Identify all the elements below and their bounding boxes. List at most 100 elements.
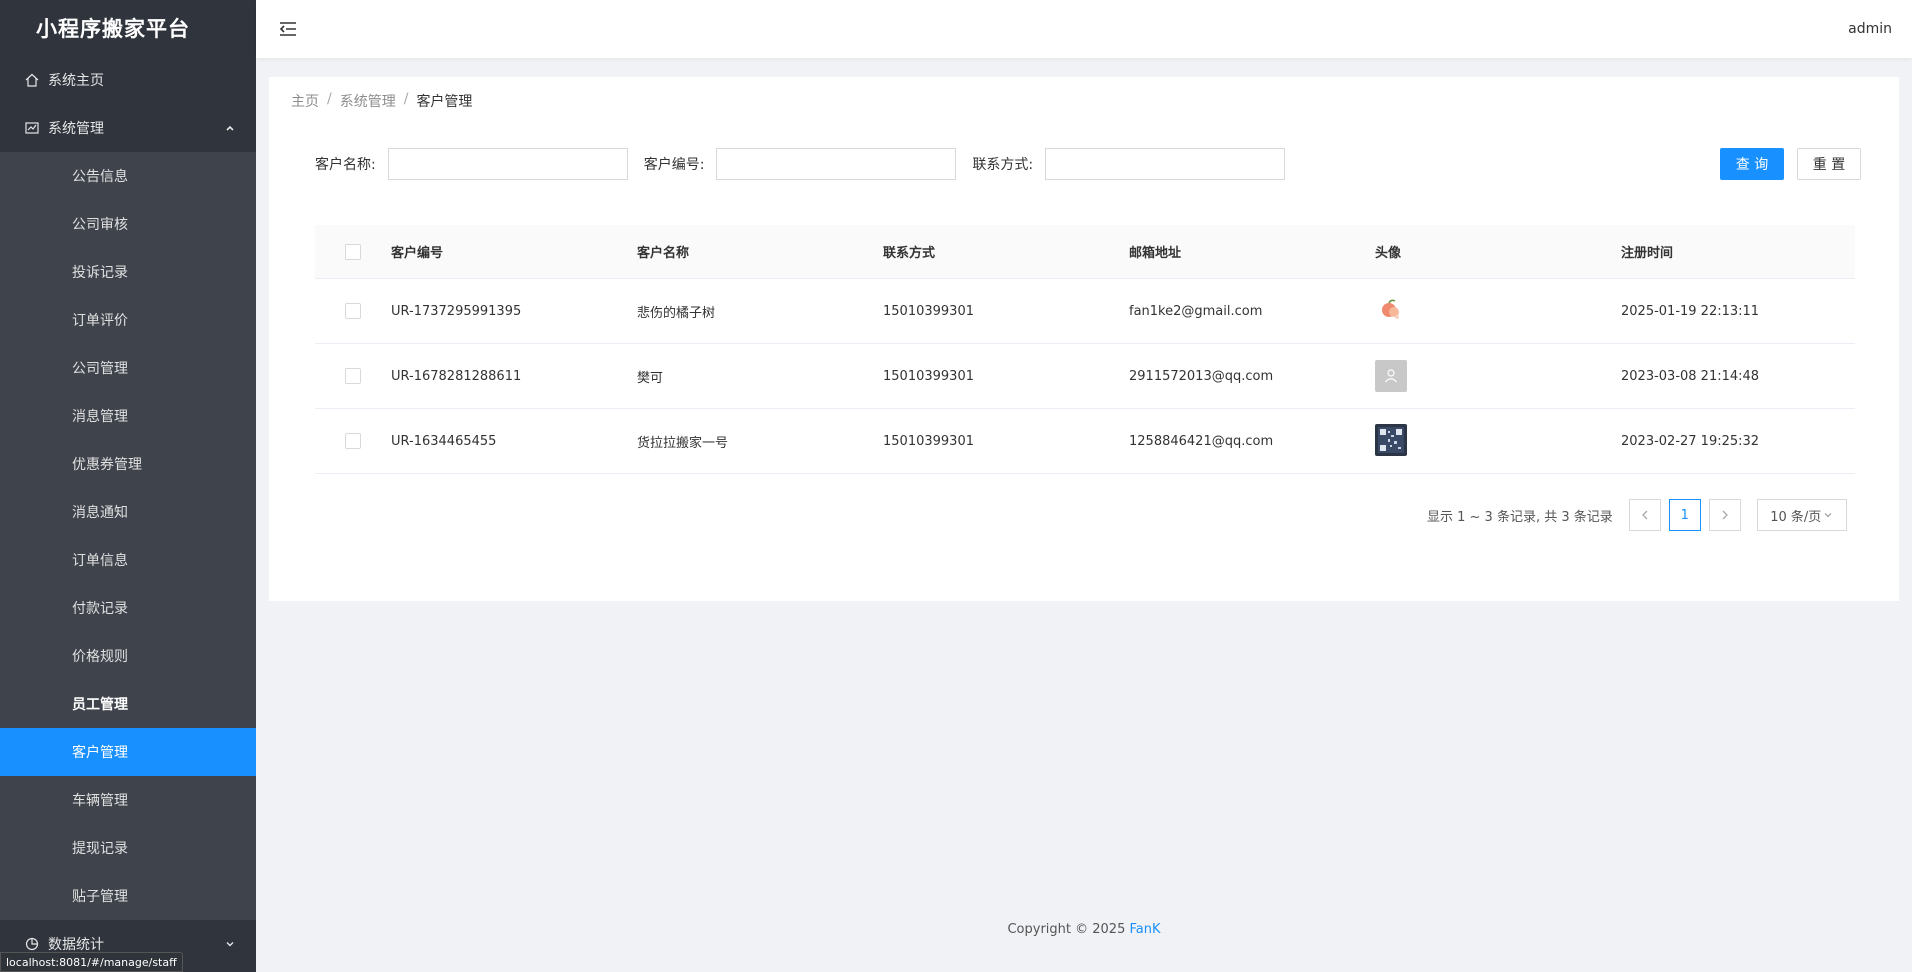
sidebar-item-company-manage[interactable]: 公司管理 [0,344,256,392]
browser-status-url: localhost:8081/#/manage/staff [0,952,183,972]
column-header: 注册时间 [1621,246,1674,261]
app-title: 小程序搬家平台 [36,17,190,41]
sidebar-item-company-review[interactable]: 公司审核 [0,200,256,248]
sidebar-item-staff[interactable]: 员工管理 [0,680,256,728]
sidebar-item-label: 贴子管理 [72,889,128,905]
column-header: 联系方式 [883,246,936,261]
chevron-up-icon [224,122,236,134]
register-time: 2023-02-27 19:25:32 [1621,433,1760,449]
sidebar-item-vehicles[interactable]: 车辆管理 [0,776,256,824]
filter-bar: 客户名称: 客户编号: 联系方式: [315,148,1301,180]
prev-page-button[interactable] [1628,499,1661,531]
sidebar-item-order-reviews[interactable]: 订单评价 [0,296,256,344]
row-checkbox[interactable] [345,303,361,319]
sidebar-item-label: 公司审核 [72,217,128,233]
next-page-button[interactable] [1708,499,1741,531]
customer-table: 客户编号 客户名称 联系方式 邮箱地址 头像 注册时间 UR-173729599… [315,225,1855,474]
menu-fold-icon[interactable] [278,19,298,39]
sidebar-item-label: 价格规则 [72,649,128,665]
chevron-left-icon [1641,510,1648,520]
page-size-select[interactable]: 10 条/页 [1756,499,1847,531]
sidebar-item-label: 员工管理 [72,697,128,713]
sidebar-item-messages[interactable]: 消息管理 [0,392,256,440]
customer-email: fan1ke2@gmail.com [1129,303,1263,319]
table-row[interactable]: UR-1634465455 货拉拉搬家一号 15010399301 125884… [315,409,1855,474]
customer-code-input[interactable] [716,148,957,180]
sidebar-item-label: 公司管理 [72,361,128,377]
default-user-avatar[interactable] [1375,360,1407,392]
breadcrumb-current: 客户管理 [416,94,473,110]
sidebar-item-label: 消息管理 [72,409,128,425]
breadcrumb: 主页 / 系统管理 / 客户管理 [291,91,472,111]
column-header: 邮箱地址 [1129,246,1182,261]
customer-code: UR-1678281288611 [391,368,522,384]
sidebar-item-label: 提现记录 [72,841,128,857]
sidebar-item-label: 消息通知 [72,505,128,521]
customer-code: UR-1737295991395 [391,303,522,319]
contact-input[interactable] [1045,148,1286,180]
sidebar-item-label: 优惠券管理 [72,457,142,473]
top-header: admin [256,0,1912,58]
table-row[interactable]: UR-1678281288611 樊可 15010399301 29115720… [315,344,1855,409]
sidebar-item-label: 客户管理 [72,745,128,761]
home-icon [24,72,40,88]
breadcrumb-separator: / [403,91,409,107]
customer-phone: 15010399301 [883,433,974,449]
sidebar-item-label: 数据统计 [48,937,104,953]
sidebar-item-notifications[interactable]: 消息通知 [0,488,256,536]
breadcrumb-home[interactable]: 主页 [291,91,319,111]
sidebar-item-label: 车辆管理 [72,793,128,809]
chevron-down-icon [224,938,236,950]
table-row[interactable]: UR-1737295991395 悲伤的橘子树 15010399301 fan1… [315,279,1855,344]
footer: Copyright © 2025 FanK [256,922,1912,937]
column-header: 客户编号 [391,246,444,261]
sidebar-item-system[interactable]: 系统管理 [0,104,256,152]
sidebar-item-label: 系统主页 [48,73,104,89]
contact-label: 联系方式: [972,157,1034,173]
sidebar-item-pricing[interactable]: 价格规则 [0,632,256,680]
user-menu[interactable]: admin [1848,21,1892,37]
sidebar-item-customers[interactable]: 客户管理 [0,728,256,776]
reset-button[interactable]: 重 置 [1797,148,1861,180]
row-checkbox[interactable] [345,368,361,384]
sidebar-item-notice[interactable]: 公告信息 [0,152,256,200]
register-time: 2023-03-08 21:14:48 [1621,368,1760,384]
pagination-summary: 显示 1 ~ 3 条记录, 共 3 条记录 [1427,509,1613,525]
peach-avatar[interactable] [1375,294,1407,326]
sidebar-item-orders[interactable]: 订单信息 [0,536,256,584]
select-all-checkbox[interactable] [345,243,361,260]
customer-name: 悲伤的橘子树 [637,305,716,321]
sidebar-item-label: 投诉记录 [72,265,128,281]
sidebar-item-payments[interactable]: 付款记录 [0,584,256,632]
chevron-right-icon [1722,510,1728,520]
sidebar-item-withdrawals[interactable]: 提现记录 [0,824,256,872]
customer-name: 货拉拉搬家一号 [637,435,729,451]
search-button[interactable]: 查 询 [1720,148,1784,180]
breadcrumb-parent[interactable]: 系统管理 [340,91,396,111]
customer-phone: 15010399301 [883,368,974,384]
pagination: 显示 1 ~ 3 条记录, 共 3 条记录 1 10 条/页 [1427,499,1847,531]
chart-icon [24,120,40,136]
qr-avatar[interactable] [1375,423,1407,456]
breadcrumb-separator: / [327,91,332,107]
sidebar-item-coupons[interactable]: 优惠券管理 [0,440,256,488]
column-header: 客户名称 [637,246,690,261]
sidebar-item-label: 订单信息 [72,553,128,569]
sidebar-item-home[interactable]: 系统主页 [0,56,256,104]
row-checkbox[interactable] [345,433,361,449]
customer-name: 樊可 [637,370,664,386]
sidebar-item-posts[interactable]: 贴子管理 [0,872,256,920]
pie-chart-icon [24,936,40,952]
customer-code-label: 客户编号: [643,157,705,173]
footer-brand-link[interactable]: FanK [1130,922,1161,937]
column-header: 头像 [1375,246,1402,261]
page-size-value: 10 条/页 [1770,509,1822,525]
table-header: 客户编号 客户名称 联系方式 邮箱地址 头像 注册时间 [315,225,1855,279]
page-button[interactable]: 1 [1668,499,1701,531]
customer-name-input[interactable] [387,148,628,180]
sidebar-item-complaints[interactable]: 投诉记录 [0,248,256,296]
sidebar-item-label: 系统管理 [48,121,104,137]
sidebar: 小程序搬家平台 系统主页 系统管理 公告信息 公司审核 投诉记录 订单评价 公司… [0,0,256,972]
customer-name-label: 客户名称: [315,157,376,173]
sidebar-item-label: 公告信息 [72,169,128,185]
